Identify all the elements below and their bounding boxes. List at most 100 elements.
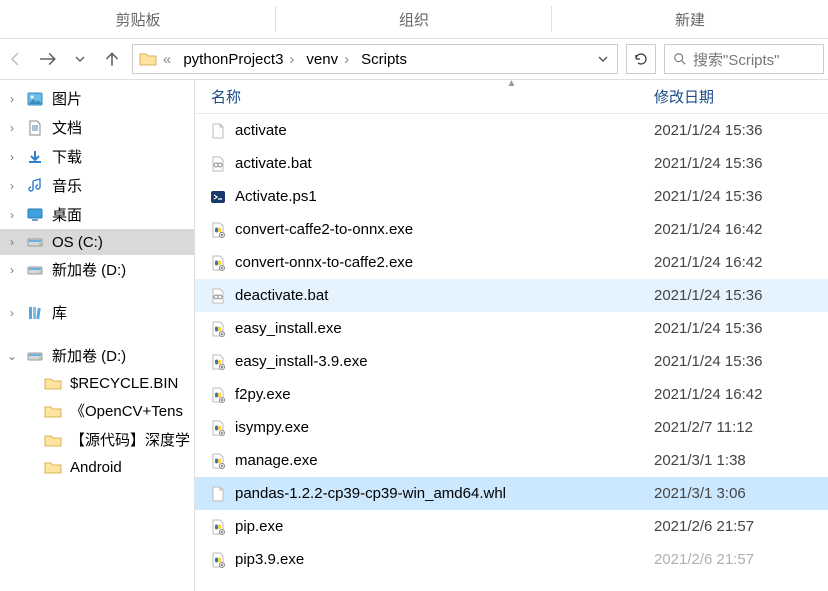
ps1-icon bbox=[209, 188, 227, 206]
file-row[interactable]: easy_install.exe 2021/1/24 15:36 bbox=[195, 312, 828, 345]
breadcrumb-item[interactable]: pythonProject3› bbox=[177, 51, 300, 68]
pyexe-icon bbox=[209, 254, 227, 272]
file-date: 2021/1/24 15:36 bbox=[638, 287, 828, 304]
pictures-icon bbox=[26, 90, 44, 108]
chevron-right-icon: › bbox=[6, 208, 18, 222]
nav-recent-button[interactable] bbox=[68, 47, 92, 71]
file-row[interactable]: deactivate.bat 2021/1/24 15:36 bbox=[195, 279, 828, 312]
sidebar-item-label: 《OpenCV+Tens bbox=[70, 400, 183, 421]
address-dropdown-button[interactable] bbox=[589, 53, 617, 65]
file-name: f2py.exe bbox=[235, 386, 291, 403]
sidebar-item[interactable]: ›文档 bbox=[0, 113, 194, 142]
sidebar-item[interactable]: › 音乐 bbox=[0, 171, 194, 200]
column-header-date[interactable]: 修改日期 bbox=[638, 80, 828, 113]
file-row[interactable]: f2py.exe 2021/1/24 16:42 bbox=[195, 378, 828, 411]
address-bar[interactable]: « pythonProject3› venv› Scripts bbox=[132, 44, 618, 74]
ribbon-group-clipboard[interactable]: 剪贴板 bbox=[0, 0, 276, 38]
ribbon-group-new[interactable]: 新建 bbox=[552, 0, 828, 38]
sidebar-item[interactable]: ›新加卷 (D:) bbox=[0, 255, 194, 284]
file-name: deactivate.bat bbox=[235, 287, 328, 304]
file-row[interactable]: activate.bat2021/1/24 15:36 bbox=[195, 147, 828, 180]
sidebar-item-label: 【源代码】深度学 bbox=[70, 429, 190, 450]
file-name: isympy.exe bbox=[235, 419, 309, 436]
search-input[interactable]: 搜索"Scripts" bbox=[664, 44, 824, 74]
downloads-icon bbox=[26, 148, 44, 166]
chevron-down-icon: ⌄ bbox=[6, 349, 18, 363]
nav-back-button[interactable] bbox=[4, 47, 28, 71]
file-row[interactable]: activate2021/1/24 15:36 bbox=[195, 114, 828, 147]
file-name: manage.exe bbox=[235, 452, 318, 469]
file-name: easy_install.exe bbox=[235, 320, 342, 337]
breadcrumb-item[interactable]: Scripts bbox=[355, 51, 413, 68]
breadcrumb-item[interactable]: venv› bbox=[300, 51, 355, 68]
library-icon bbox=[26, 304, 44, 322]
folder-icon bbox=[44, 458, 62, 476]
file-date: 2021/1/24 15:36 bbox=[638, 320, 828, 337]
file-name: easy_install-3.9.exe bbox=[235, 353, 368, 370]
sidebar: ›图片›文档›下载›音乐›桌面›OS (C:)›新加卷 (D:)›库⌄新加卷 (… bbox=[0, 80, 195, 591]
sidebar-item[interactable]: ›OS (C:) bbox=[0, 229, 194, 255]
chevron-right-icon bbox=[24, 460, 36, 474]
ribbon-group-organize[interactable]: 组织 bbox=[276, 0, 552, 38]
sidebar-item[interactable]: 【源代码】深度学 bbox=[0, 425, 194, 454]
blank-icon bbox=[209, 122, 227, 140]
file-date: 2021/1/24 16:42 bbox=[638, 254, 828, 271]
drive-icon bbox=[26, 233, 44, 251]
sidebar-item[interactable]: ›桌面 bbox=[0, 200, 194, 229]
sidebar-item[interactable]: Android bbox=[0, 454, 194, 480]
file-date: 2021/1/24 16:42 bbox=[638, 221, 828, 238]
sort-ascending-icon: ▲ bbox=[507, 78, 517, 89]
file-date: 2021/1/24 16:42 bbox=[638, 386, 828, 403]
chevron-right-icon: › bbox=[6, 179, 18, 193]
file-row[interactable]: pip3.9.exe 2021/2/6 21:57 bbox=[195, 543, 828, 576]
file-date: 2021/2/6 21:57 bbox=[638, 551, 828, 568]
chevron-right-icon: › bbox=[6, 150, 18, 164]
search-icon bbox=[673, 52, 687, 66]
pyexe-icon bbox=[209, 353, 227, 371]
sidebar-item[interactable]: ›库 bbox=[0, 298, 194, 327]
bat-icon bbox=[209, 287, 227, 305]
sidebar-item-label: 文档 bbox=[52, 117, 82, 138]
drive-icon bbox=[26, 347, 44, 365]
sidebar-item[interactable]: $RECYCLE.BIN bbox=[0, 370, 194, 396]
sidebar-item-label: 音乐 bbox=[52, 175, 82, 196]
folder-icon bbox=[139, 50, 157, 68]
pyexe-icon bbox=[209, 221, 227, 239]
blank-icon bbox=[209, 485, 227, 503]
chevron-right-icon bbox=[24, 433, 36, 447]
refresh-button[interactable] bbox=[626, 44, 656, 74]
sidebar-item[interactable]: 《OpenCV+Tens bbox=[0, 396, 194, 425]
nav-forward-button[interactable] bbox=[36, 47, 60, 71]
file-row[interactable]: easy_install-3.9.exe 2021/1/24 15:36 bbox=[195, 345, 828, 378]
chevron-right-icon: › bbox=[6, 92, 18, 106]
chevron-right-icon bbox=[24, 404, 36, 418]
pyexe-icon bbox=[209, 419, 227, 437]
file-name: pandas-1.2.2-cp39-cp39-win_amd64.whl bbox=[235, 485, 506, 502]
file-row[interactable]: convert-onnx-to-caffe2.exe2021/1/24 16:4… bbox=[195, 246, 828, 279]
sidebar-item[interactable]: ⌄新加卷 (D:) bbox=[0, 341, 194, 370]
file-date: 2021/3/1 3:06 bbox=[638, 485, 828, 502]
column-header-name[interactable]: 名称 bbox=[195, 80, 638, 113]
file-date: 2021/2/7 11:12 bbox=[638, 419, 828, 436]
file-name: pip3.9.exe bbox=[235, 551, 304, 568]
sidebar-item[interactable]: ›图片 bbox=[0, 84, 194, 113]
chevron-right-icon: › bbox=[344, 51, 349, 68]
bat-icon bbox=[209, 155, 227, 173]
folder-icon bbox=[44, 374, 62, 392]
file-row[interactable]: manage.exe2021/3/1 1:38 bbox=[195, 444, 828, 477]
nav-up-button[interactable] bbox=[100, 47, 124, 71]
sidebar-item[interactable]: ›下载 bbox=[0, 142, 194, 171]
file-row[interactable]: pip.exe2021/2/6 21:57 bbox=[195, 510, 828, 543]
chevron-right-icon: › bbox=[289, 51, 294, 68]
file-name: convert-caffe2-to-onnx.exe bbox=[235, 221, 413, 238]
file-date: 2021/1/24 15:36 bbox=[638, 353, 828, 370]
file-date: 2021/1/24 15:36 bbox=[638, 188, 828, 205]
arrow-left-icon bbox=[8, 51, 24, 67]
file-row[interactable]: convert-caffe2-to-onnx.exe 2021/1/24 16:4… bbox=[195, 213, 828, 246]
folder-icon bbox=[44, 402, 62, 420]
docs-icon bbox=[26, 119, 44, 137]
file-row[interactable]: Activate.ps12021/1/24 15:36 bbox=[195, 180, 828, 213]
file-row[interactable]: isympy.exe 2021/2/7 11:12 bbox=[195, 411, 828, 444]
sidebar-item-label: Android bbox=[70, 459, 122, 476]
file-row[interactable]: pandas-1.2.2-cp39-cp39-win_amd64.whl 2021… bbox=[195, 477, 828, 510]
